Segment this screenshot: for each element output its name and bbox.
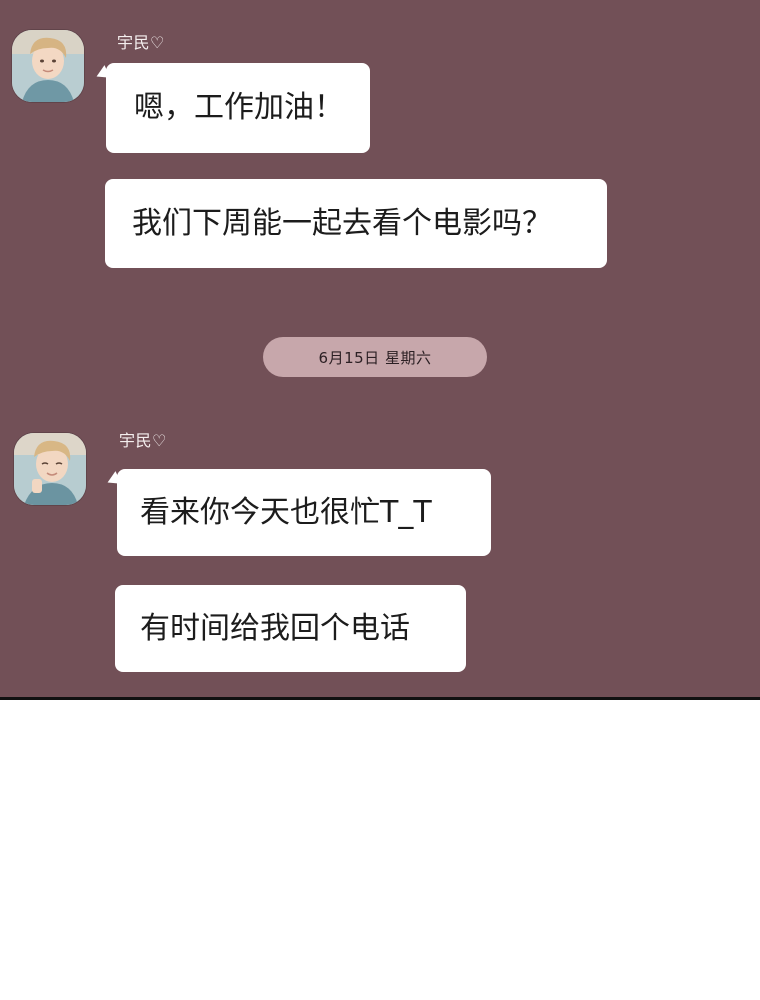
avatar-image: [12, 30, 84, 102]
message-bubble[interactable]: 看来你今天也很忙T_T: [117, 469, 491, 556]
date-separator: 6月15日 星期六: [263, 337, 487, 377]
message-bubble[interactable]: 嗯，工作加油！: [106, 63, 370, 153]
message-text: 看来你今天也很忙T_T: [140, 494, 432, 530]
avatar-image: [14, 433, 86, 505]
message-text: 我们下周能一起去看个电影吗？: [132, 205, 552, 241]
avatar[interactable]: [14, 433, 86, 505]
message-bubble[interactable]: 有时间给我回个电话: [115, 585, 466, 672]
message-text: 有时间给我回个电话: [140, 610, 410, 646]
message-bubble[interactable]: 我们下周能一起去看个电影吗？: [105, 179, 607, 268]
sender-name: 宇民♡: [119, 431, 167, 450]
chat-panel: 宇民♡ 嗯，工作加油！ 我们下周能一起去看个电影吗？ 6月15日 星期六 宇民♡…: [0, 0, 760, 700]
sender-name: 宇民♡: [117, 33, 165, 52]
message-text: 嗯，工作加油！: [134, 90, 344, 125]
avatar[interactable]: [12, 30, 84, 102]
